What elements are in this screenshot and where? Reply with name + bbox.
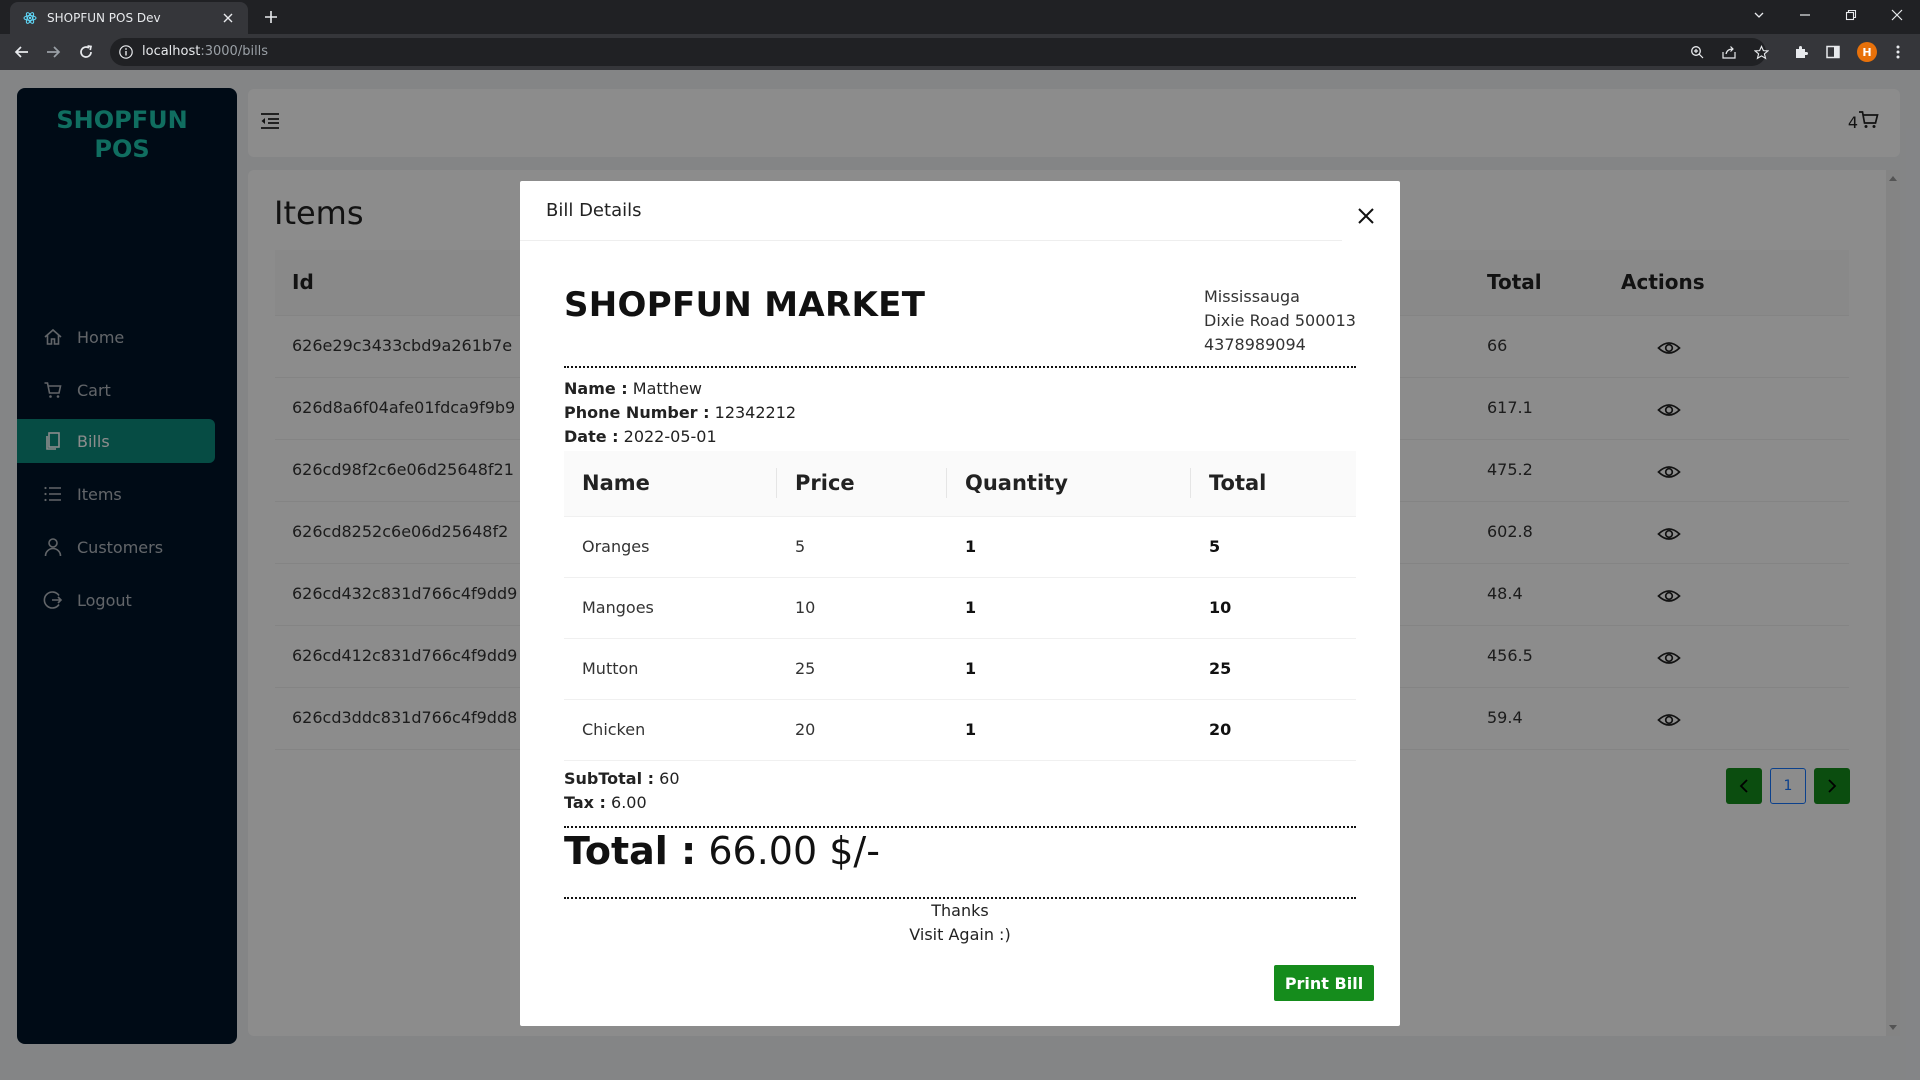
item-total: 10 (1209, 598, 1232, 617)
item-name: Mutton (582, 659, 639, 678)
item-name: Mangoes (582, 598, 654, 617)
browser-tab[interactable]: SHOPFUN POS Dev (10, 2, 248, 34)
bookmark-star-icon[interactable] (1752, 43, 1770, 61)
bill-date-value: 2022-05-01 (623, 427, 717, 446)
item-total: 20 (1209, 720, 1232, 739)
item-quantity: 1 (965, 537, 977, 556)
profile-avatar[interactable]: H (1857, 42, 1877, 62)
share-icon[interactable] (1720, 43, 1738, 61)
item-quantity: 1 (965, 720, 977, 739)
tab-search-icon[interactable] (1736, 0, 1782, 30)
item-price: 25 (795, 659, 816, 678)
subtotal: SubTotal : 60 (564, 769, 680, 788)
customer-name: Name : Matthew (564, 379, 702, 398)
item-quantity: 1 (965, 659, 977, 678)
browser-menu-icon[interactable] (1888, 42, 1908, 62)
item-name: Oranges (582, 537, 650, 556)
bill-date: Date : 2022-05-01 (564, 427, 717, 446)
reload-icon[interactable] (75, 41, 97, 63)
item-quantity: 1 (965, 598, 977, 617)
customer-phone: Phone Number : 12342212 (564, 403, 796, 422)
new-tab-icon[interactable] (260, 6, 282, 28)
address-city: Mississauga (1204, 287, 1300, 306)
customer-phone-label: Phone Number : (564, 403, 710, 422)
item-total: 25 (1209, 659, 1232, 678)
minimize-icon[interactable] (1782, 0, 1828, 30)
site-info-icon[interactable] (118, 44, 134, 60)
item-price: 20 (795, 720, 816, 739)
grand-total-value: 66.00 $/- (708, 829, 880, 873)
grand-total-label: Total : (564, 829, 697, 873)
bill-column-name: Name (582, 471, 650, 495)
grand-total: Total : 66.00 $/- (564, 829, 880, 873)
dotted-divider (564, 897, 1356, 899)
subtotal-value: 60 (659, 769, 680, 788)
forward-icon[interactable] (42, 41, 64, 63)
column-separator (1190, 468, 1191, 498)
bill-item-row: Chicken 20 1 20 (564, 700, 1356, 761)
bill-items-table: Name Price Quantity Total Oranges 5 1 5 … (564, 451, 1356, 761)
customer-name-value: Matthew (632, 379, 703, 398)
browser-toolbar: localhost:3000/bills H (0, 34, 1920, 70)
url-path: :3000/bills (200, 44, 269, 59)
item-total: 5 (1209, 537, 1221, 556)
restore-icon[interactable] (1828, 0, 1874, 30)
dotted-divider (564, 366, 1356, 368)
bill-column-quantity: Quantity (965, 471, 1068, 495)
print-bill-button[interactable]: Print Bill (1274, 965, 1374, 1001)
modal-title: Bill Details (546, 200, 642, 221)
item-price: 5 (795, 537, 806, 556)
subtotal-label: SubTotal : (564, 769, 655, 788)
bill-column-price: Price (795, 471, 855, 495)
address-bar[interactable]: localhost:3000/bills (110, 38, 1769, 66)
item-name: Chicken (582, 720, 646, 739)
customer-name-label: Name : (564, 379, 628, 398)
tab-title: SHOPFUN POS Dev (47, 11, 161, 25)
bill-date-label: Date : (564, 427, 619, 446)
browser-tab-bar: SHOPFUN POS Dev (0, 0, 1920, 34)
tax: Tax : 6.00 (564, 793, 647, 812)
column-separator (776, 468, 777, 498)
item-price: 10 (795, 598, 816, 617)
store-address: Mississauga Dixie Road 500013 4378989094 (1204, 285, 1356, 357)
side-panel-icon[interactable] (1823, 42, 1843, 62)
tax-label: Tax : (564, 793, 606, 812)
url-text: localhost:3000/bills (142, 44, 268, 59)
customer-phone-value: 12342212 (714, 403, 797, 422)
url-host: localhost (142, 44, 201, 59)
zoom-icon[interactable] (1688, 43, 1706, 61)
tab-close-icon[interactable] (220, 10, 236, 26)
modal-close-icon[interactable] (1355, 205, 1377, 227)
store-name: SHOPFUN MARKET (564, 285, 926, 325)
tax-value: 6.00 (611, 793, 647, 812)
bill-item-row: Mutton 25 1 25 (564, 639, 1356, 700)
bill-column-total: Total (1209, 471, 1267, 495)
dotted-divider (564, 826, 1356, 828)
column-separator (946, 468, 947, 498)
thanks-text: Thanks (931, 901, 989, 920)
modal-divider (520, 240, 1342, 241)
react-favicon-icon (22, 10, 38, 26)
address-phone: 4378989094 (1204, 335, 1306, 354)
visit-again-text: Visit Again :) (909, 925, 1011, 944)
address-street: Dixie Road 500013 (1204, 311, 1356, 330)
bill-item-row: Mangoes 10 1 10 (564, 578, 1356, 639)
window-close-icon[interactable] (1874, 0, 1920, 30)
bill-table-header: Name Price Quantity Total (564, 451, 1356, 517)
bill-item-row: Oranges 5 1 5 (564, 517, 1356, 578)
extensions-icon[interactable] (1791, 42, 1811, 62)
bill-details-modal: Bill Details SHOPFUN MARKET Mississauga … (520, 181, 1400, 1026)
back-icon[interactable] (11, 41, 33, 63)
